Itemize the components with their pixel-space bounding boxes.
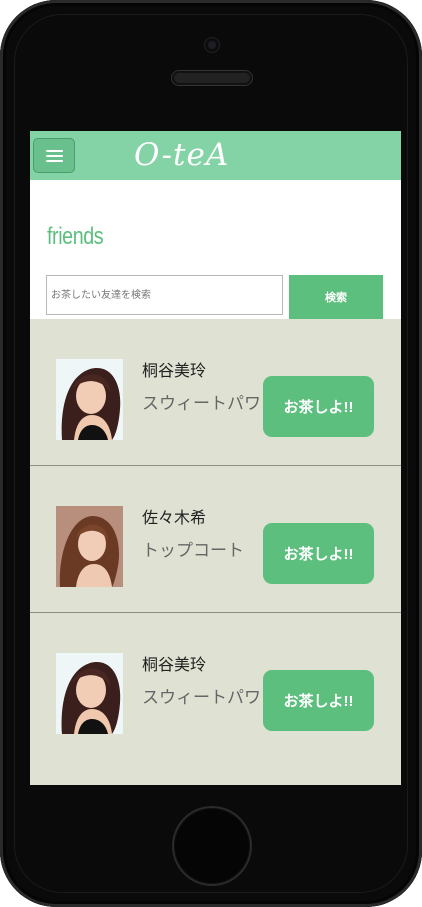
friend-description: スウィートパワー — [142, 394, 260, 413]
invite-tea-button[interactable]: お茶しよ!! — [263, 376, 374, 437]
friend-list-item: 桐谷美玲 スウィートパワー お茶しよ!! — [30, 613, 401, 760]
friend-name: 桐谷美玲 — [142, 657, 207, 674]
avatar — [56, 506, 123, 587]
brand-logo[interactable]: O-teA — [134, 131, 229, 180]
search-input[interactable] — [46, 275, 283, 315]
avatar — [56, 653, 123, 734]
search-button[interactable]: 検索 — [289, 275, 383, 319]
menu-bar — [46, 160, 63, 162]
invite-tea-button[interactable]: お茶しよ!! — [263, 670, 374, 731]
friend-description: トップコート — [142, 541, 244, 560]
avatar — [56, 359, 123, 440]
front-camera — [205, 38, 219, 52]
friend-name: 佐々木希 — [142, 510, 207, 527]
app-screen: O-teA friends 検索 桐谷美玲 — [30, 131, 401, 785]
friend-list-item: 佐々木希 トップコート お茶しよ!! — [30, 466, 401, 613]
home-button[interactable] — [174, 808, 250, 884]
invite-tea-button[interactable]: お茶しよ!! — [263, 523, 374, 584]
search-section: friends 検索 — [30, 180, 401, 319]
friend-name: 桐谷美玲 — [142, 363, 207, 380]
phone-frame: O-teA friends 検索 桐谷美玲 — [0, 0, 422, 907]
navbar: O-teA — [30, 131, 401, 180]
friend-list-item: 桐谷美玲 スウィートパワー お茶しよ!! — [30, 319, 401, 466]
earpiece-speaker — [172, 71, 252, 85]
menu-bar — [46, 150, 63, 152]
friend-description: スウィートパワー — [142, 688, 260, 707]
friend-list: 桐谷美玲 スウィートパワー お茶しよ!! 佐々木希 トップコート — [30, 319, 401, 760]
menu-bar — [46, 155, 63, 157]
page-title: friends — [47, 223, 104, 250]
hamburger-menu-icon[interactable] — [33, 138, 75, 173]
